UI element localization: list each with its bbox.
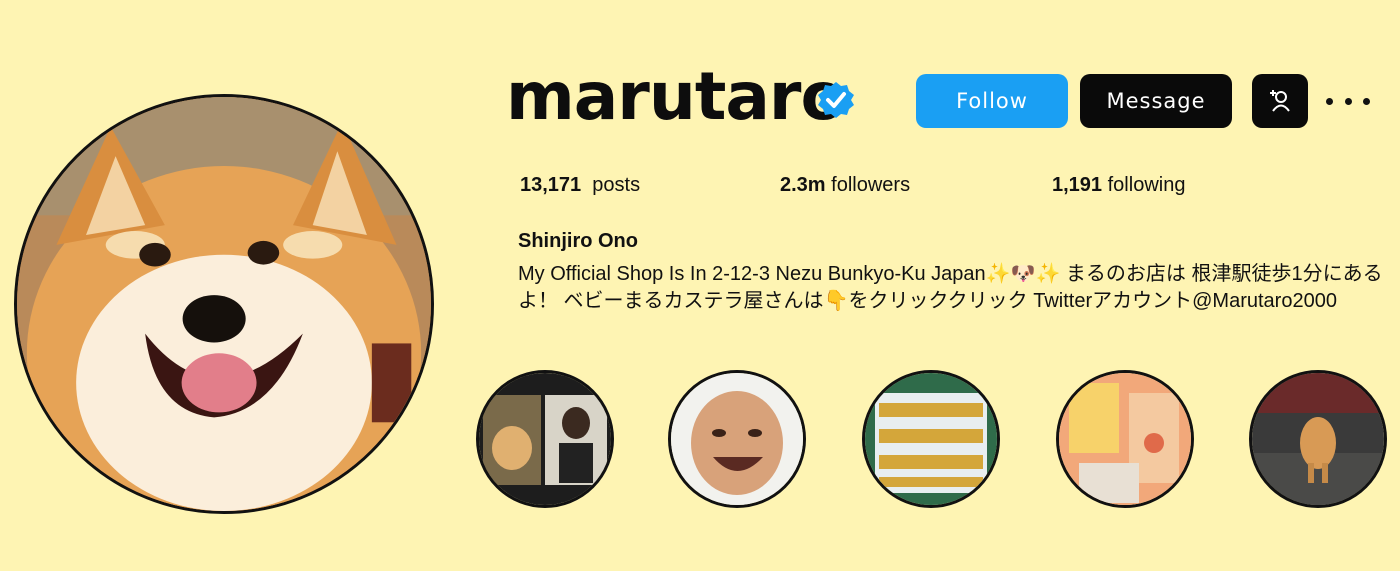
shiba-dog-photo [17,97,431,511]
follow-button[interactable]: Follow [916,74,1068,128]
add-user-button[interactable] [1252,74,1308,128]
profile-bio: My Official Shop Is In 2-12-3 Nezu Bunky… [518,263,1383,312]
highlight-dog-walk-image [1252,373,1384,505]
story-highlight-5[interactable] [1249,370,1387,508]
highlight-smiling-man-image [671,373,803,505]
followers-stat[interactable]: 2.3m followers [780,174,910,197]
posts-count: 13,171 [520,174,582,196]
story-highlight-3[interactable] [862,370,1000,508]
story-highlight-1[interactable] [476,370,614,508]
profile-avatar[interactable] [14,94,434,514]
more-dot [1344,97,1352,105]
profile-username: marutaro [506,58,846,135]
following-label: following [1107,174,1186,196]
message-button[interactable]: Message [1080,74,1232,128]
following-stat[interactable]: 1,191 following [1052,174,1185,197]
more-dot [1363,97,1370,105]
posts-stat: 13,171 posts [520,174,640,197]
more-options-icon[interactable] [1326,86,1370,116]
add-user-icon [1270,90,1290,112]
followers-count: 2.3m [780,174,826,196]
profile-full-name: Shinjiro Ono [518,230,638,252]
highlight-vending-machine-image [865,373,997,505]
verified-badge-icon [818,82,854,118]
followers-label: followers [831,174,911,196]
highlight-video-call-image [479,373,611,505]
story-highlight-4[interactable] [1056,370,1194,508]
more-dot [1326,97,1333,105]
story-highlight-2[interactable] [668,370,806,508]
posts-label: posts [592,174,641,196]
highlight-shop-sign-image [1059,373,1191,505]
following-count: 1,191 [1052,174,1103,196]
